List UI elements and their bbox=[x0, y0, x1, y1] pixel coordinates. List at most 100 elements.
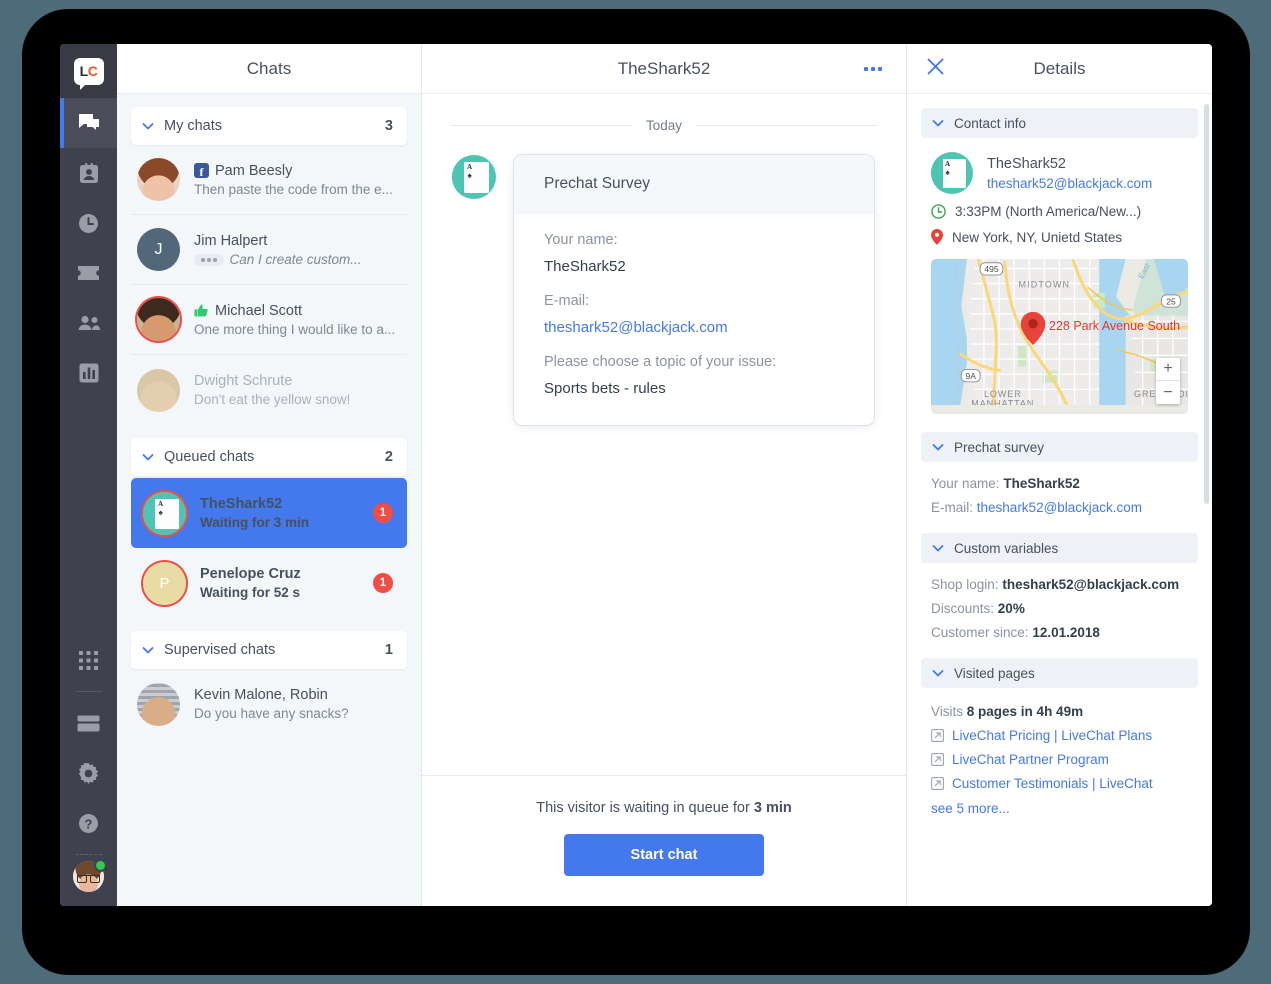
avatar-card-ace: A ♠ bbox=[143, 491, 186, 535]
list-item[interactable]: Dwight Schrute Don't eat the yellow snow… bbox=[131, 355, 407, 425]
visited-page-link[interactable]: LiveChat Partner Program bbox=[931, 752, 1188, 767]
agent-avatar[interactable] bbox=[73, 859, 107, 892]
list-item[interactable]: J Jim Halpert Can I create custom... bbox=[131, 215, 407, 285]
list-item-name-row: Jim Halpert bbox=[194, 233, 401, 249]
see-more-link[interactable]: see 5 more... bbox=[931, 801, 1188, 816]
details-scrollbar[interactable] bbox=[1204, 104, 1209, 504]
variable-key: Shop login: bbox=[931, 577, 999, 592]
chat-icon bbox=[78, 114, 99, 130]
prechat-survey-card: Prechat Survey Your name: TheShark52 E-m… bbox=[514, 155, 874, 425]
card-suit-spade: ♠ bbox=[945, 168, 950, 177]
details-body[interactable]: Contact info A ♠ TheShark52 theshark52@b… bbox=[907, 94, 1212, 906]
left-nav-rail: LC ? bbox=[60, 44, 117, 906]
list-item[interactable]: Kevin Malone, Robin Do you have any snac… bbox=[131, 669, 407, 739]
chevron-down-icon bbox=[142, 454, 154, 461]
contact-email[interactable]: theshark52@blackjack.com bbox=[987, 176, 1152, 191]
sidebar-item-tickets[interactable] bbox=[60, 248, 117, 298]
location-map[interactable]: 495 25 9A MIDTOWN LOWER MANHATTAN East 2… bbox=[931, 259, 1188, 414]
visits-value: 8 pages in 4h 49m bbox=[966, 704, 1084, 719]
list-item-preview: Waiting for 3 min bbox=[200, 515, 309, 530]
section-header-visited-pages[interactable]: Visited pages bbox=[921, 658, 1198, 688]
sidebar-item-apps[interactable] bbox=[60, 635, 117, 685]
survey-row-key: E-mail: bbox=[931, 500, 974, 515]
list-item-text: Dwight Schrute Don't eat the yellow snow… bbox=[194, 373, 401, 407]
bar-chart-icon bbox=[79, 363, 98, 383]
chevron-down-icon bbox=[932, 444, 944, 451]
section-header-prechat-survey[interactable]: Prechat survey bbox=[921, 432, 1198, 462]
visited-page-link[interactable]: Customer Testimonials | LiveChat bbox=[931, 776, 1188, 791]
sidebar-item-settings[interactable] bbox=[60, 748, 117, 798]
thumbs-up-icon bbox=[194, 304, 208, 317]
archive-icon bbox=[77, 715, 100, 731]
group-header-my-chats[interactable]: My chats 3 bbox=[131, 107, 407, 145]
map-zoom-in-button[interactable]: + bbox=[1156, 358, 1180, 381]
survey-answer-email[interactable]: theshark52@blackjack.com bbox=[544, 319, 844, 336]
variable-row: Customer since: 12.01.2018 bbox=[931, 625, 1188, 640]
sidebar-item-history[interactable] bbox=[60, 198, 117, 248]
survey-row-email-link[interactable]: theshark52@blackjack.com bbox=[977, 500, 1142, 515]
list-item[interactable]: P Penelope Cruz Waiting for 52 s 1 bbox=[131, 548, 407, 618]
sidebar-item-reports[interactable] bbox=[60, 348, 117, 398]
svg-text:MIDTOWN: MIDTOWN bbox=[1019, 279, 1071, 289]
survey-answer: TheShark52 bbox=[544, 258, 626, 275]
chevron-down-icon bbox=[142, 647, 154, 654]
avatar: J bbox=[137, 228, 180, 271]
visited-page-link[interactable]: LiveChat Pricing | LiveChat Plans bbox=[931, 728, 1188, 743]
sidebar-item-team[interactable] bbox=[60, 298, 117, 348]
avatar: P bbox=[143, 561, 186, 605]
map-zoom-controls[interactable]: + − bbox=[1156, 358, 1180, 404]
avatar-initial: P bbox=[143, 561, 186, 605]
contact-time-row: 3:33PM (North America/New...) bbox=[931, 204, 1188, 219]
contact-avatar-card-ace: A ♠ bbox=[931, 152, 973, 194]
queue-wait-prefix: This visitor is waiting in queue for bbox=[536, 800, 754, 816]
map-zoom-out-button[interactable]: − bbox=[1156, 381, 1180, 404]
sidebar-item-archives[interactable] bbox=[60, 698, 117, 748]
section-header-contact-info[interactable]: Contact info bbox=[921, 108, 1198, 138]
map-address-label: 228 Park Avenue South bbox=[1049, 319, 1181, 333]
list-item-preview: Can I create custom... bbox=[194, 252, 401, 267]
chats-column: Chats My chats 3 f Pam Beesly Then paste… bbox=[117, 44, 422, 906]
unread-badge: 1 bbox=[373, 503, 393, 523]
sidebar-item-visitors[interactable] bbox=[60, 148, 117, 198]
variable-value: 20% bbox=[997, 601, 1025, 616]
list-item-selected[interactable]: A ♠ TheShark52 Waiting for 3 min 1 bbox=[131, 478, 407, 548]
avatar bbox=[137, 298, 180, 341]
chats-list[interactable]: My chats 3 f Pam Beesly Then paste the c… bbox=[117, 94, 421, 906]
list-item-name-row: Penelope Cruz bbox=[200, 566, 365, 582]
svg-text:LOWER: LOWER bbox=[984, 389, 1022, 399]
visited-page-title: LiveChat Pricing | LiveChat Plans bbox=[952, 728, 1153, 743]
list-item-preview: Do you have any snacks? bbox=[194, 706, 349, 721]
route-shield-495: 495 bbox=[979, 262, 1004, 276]
close-icon[interactable] bbox=[923, 54, 948, 84]
list-item-text: f Pam Beesly Then paste the code from th… bbox=[194, 163, 401, 197]
visited-page-title: LiveChat Partner Program bbox=[952, 752, 1109, 767]
conversation-column: TheShark52 Today A ♠ Prechat Survey Your… bbox=[422, 44, 907, 906]
survey-row-key: Your name: bbox=[931, 476, 1000, 491]
list-item-text: TheShark52 Waiting for 3 min bbox=[200, 496, 365, 530]
list-item[interactable]: f Pam Beesly Then paste the code from th… bbox=[131, 145, 407, 215]
section-body-contact-info: A ♠ TheShark52 theshark52@blackjack.com … bbox=[921, 138, 1198, 418]
avatar-image bbox=[137, 298, 180, 341]
sidebar-item-chats[interactable] bbox=[60, 98, 117, 148]
group-header-supervised-chats[interactable]: Supervised chats 1 bbox=[131, 631, 407, 669]
conversation-footer: This visitor is waiting in queue for 3 m… bbox=[422, 775, 906, 906]
list-item-name: Jim Halpert bbox=[194, 232, 268, 249]
clock-icon bbox=[79, 213, 98, 233]
conversation-scroll[interactable]: Today A ♠ Prechat Survey Your name: TheS… bbox=[422, 94, 906, 775]
start-chat-button[interactable]: Start chat bbox=[564, 834, 764, 876]
section-header-custom-variables[interactable]: Custom variables bbox=[921, 533, 1198, 563]
survey-body: Your name: TheShark52 E-mail: theshark52… bbox=[514, 214, 874, 425]
list-item-name-row: Michael Scott bbox=[194, 303, 401, 319]
section-label: Custom variables bbox=[954, 540, 1059, 556]
visits-row: Visits 8 pages in 4h 49m bbox=[931, 704, 1188, 719]
livechat-logo[interactable]: LC bbox=[60, 44, 117, 98]
people-icon bbox=[78, 315, 100, 330]
more-options-icon[interactable] bbox=[858, 61, 888, 77]
sidebar-item-help[interactable]: ? bbox=[60, 798, 117, 848]
variable-value: 12.01.2018 bbox=[1032, 625, 1100, 640]
list-item[interactable]: Michael Scott One more thing I would lik… bbox=[131, 285, 407, 355]
list-item-preview: Don't eat the yellow snow! bbox=[194, 392, 351, 407]
variable-value: theshark52@blackjack.com bbox=[1002, 577, 1180, 592]
facebook-icon: f bbox=[194, 163, 209, 178]
group-header-queued-chats[interactable]: Queued chats 2 bbox=[131, 438, 407, 476]
